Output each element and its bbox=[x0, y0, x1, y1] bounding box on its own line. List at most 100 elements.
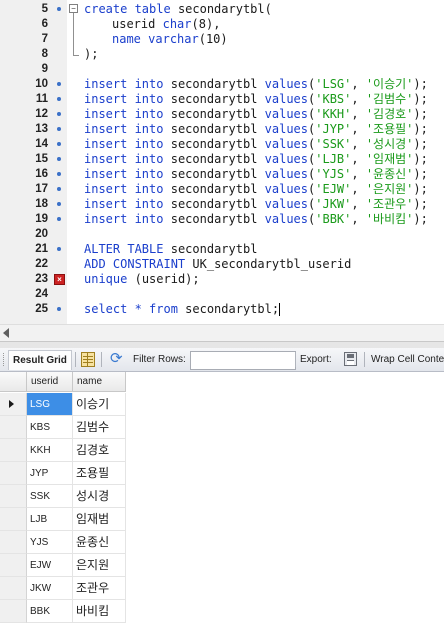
result-grid[interactable]: userid name LSG 이승기 KBS 김범수 KKH 김경호 JYP 조용필 SSK 성… bbox=[0, 372, 444, 631]
grid-view-icon[interactable] bbox=[81, 352, 95, 367]
statement-marker-icon bbox=[57, 307, 61, 311]
line-number: 8 bbox=[41, 48, 48, 60]
cell-userid[interactable]: BBK bbox=[27, 600, 73, 623]
row-selector[interactable] bbox=[0, 554, 27, 577]
table-row[interactable]: BBK 바비킴 bbox=[0, 600, 126, 623]
line-number: 9 bbox=[41, 63, 48, 75]
sql-editor[interactable]: 5 − create table secondarytbl( 6 userid … bbox=[0, 0, 444, 324]
table-row[interactable]: KKH 김경호 bbox=[0, 439, 126, 462]
cell-userid[interactable]: JKW bbox=[27, 577, 73, 600]
fold-toggle-icon[interactable]: − bbox=[69, 4, 78, 13]
cell-userid[interactable]: SSK bbox=[27, 485, 73, 508]
cell-name[interactable]: 이승기 bbox=[73, 393, 126, 416]
code-line: 6 userid char(8), bbox=[0, 17, 444, 32]
string-literal: 'SSK' bbox=[315, 137, 352, 151]
row-selector[interactable] bbox=[0, 485, 27, 508]
code-line: 9 bbox=[0, 62, 444, 77]
line-number: 7 bbox=[41, 33, 48, 45]
row-selector[interactable] bbox=[0, 393, 27, 416]
line-number: 18 bbox=[35, 198, 48, 210]
scroll-left-arrow-icon[interactable] bbox=[3, 328, 9, 338]
table-row[interactable]: LJB 임재범 bbox=[0, 508, 126, 531]
statement-marker-icon bbox=[57, 247, 61, 251]
column-header-name[interactable]: name bbox=[73, 372, 126, 392]
statement-marker-icon bbox=[57, 157, 61, 161]
cell-name[interactable]: 성시경 bbox=[73, 485, 126, 508]
cell-name[interactable]: 은지원 bbox=[73, 554, 126, 577]
table-row[interactable]: SSK 성시경 bbox=[0, 485, 126, 508]
row-selector-header[interactable] bbox=[0, 372, 27, 392]
table-row[interactable]: JKW 조관우 bbox=[0, 577, 126, 600]
cell-name[interactable]: 윤종신 bbox=[73, 531, 126, 554]
line-number: 21 bbox=[35, 243, 48, 255]
tab-result-grid[interactable]: Result Grid bbox=[8, 350, 72, 370]
statement-marker-icon bbox=[57, 127, 61, 131]
toolbar-grip[interactable] bbox=[3, 353, 6, 366]
code-line: 10 insert into secondarytbl values('LSG',… bbox=[0, 77, 444, 92]
line-number: 23 bbox=[35, 273, 48, 285]
code-line: 11 insert into secondarytbl values('KBS',… bbox=[0, 92, 444, 107]
error-icon[interactable]: × bbox=[54, 274, 65, 285]
cell-userid[interactable]: KBS bbox=[27, 416, 73, 439]
table-row[interactable]: JYP 조용필 bbox=[0, 462, 126, 485]
toolbar-separator bbox=[295, 352, 296, 367]
code-line: 16 insert into secondarytbl values('YJS',… bbox=[0, 167, 444, 182]
line-number: 22 bbox=[35, 258, 48, 270]
cell-name[interactable]: 조용필 bbox=[73, 462, 126, 485]
cell-userid[interactable]: LSG bbox=[27, 393, 73, 416]
column-header-userid[interactable]: userid bbox=[27, 372, 73, 392]
toolbar-separator bbox=[101, 352, 102, 367]
export-label: Export: bbox=[300, 354, 332, 365]
cell-userid[interactable]: KKH bbox=[27, 439, 73, 462]
string-literal: '김경호' bbox=[365, 107, 414, 121]
string-literal: 'LSG' bbox=[315, 77, 352, 91]
cell-name[interactable]: 임재범 bbox=[73, 508, 126, 531]
export-save-icon[interactable] bbox=[344, 352, 357, 366]
wrap-cell-content-label[interactable]: Wrap Cell Conte bbox=[371, 348, 444, 371]
line-number: 11 bbox=[35, 93, 48, 105]
refresh-icon[interactable]: ⟳ bbox=[110, 350, 123, 368]
statement-marker-icon bbox=[57, 202, 61, 206]
cell-name[interactable]: 김경호 bbox=[73, 439, 126, 462]
string-literal: '조용필' bbox=[365, 122, 414, 136]
cell-name[interactable]: 조관우 bbox=[73, 577, 126, 600]
row-selector[interactable] bbox=[0, 577, 27, 600]
statement-marker-icon bbox=[57, 7, 61, 11]
table-row[interactable]: EJW 은지원 bbox=[0, 554, 126, 577]
editor-horizontal-scrollbar[interactable] bbox=[0, 324, 444, 341]
table-row[interactable]: LSG 이승기 bbox=[0, 393, 126, 416]
cell-name[interactable]: 김범수 bbox=[73, 416, 126, 439]
code-line: 8 ); bbox=[0, 47, 444, 62]
cell-userid[interactable]: JYP bbox=[27, 462, 73, 485]
cell-userid[interactable]: EJW bbox=[27, 554, 73, 577]
code-line: 17 insert into secondarytbl values('EJW',… bbox=[0, 182, 444, 197]
line-number: 10 bbox=[35, 78, 48, 90]
code-line: 18 insert into secondarytbl values('JKW',… bbox=[0, 197, 444, 212]
filter-rows-input[interactable] bbox=[190, 351, 296, 370]
string-literal: 'JKW' bbox=[315, 197, 352, 211]
code-line: 25 select * from secondarytbl; bbox=[0, 302, 444, 317]
row-selector[interactable] bbox=[0, 600, 27, 623]
cell-name[interactable]: 바비킴 bbox=[73, 600, 126, 623]
code-line: 12 insert into secondarytbl values('KKH',… bbox=[0, 107, 444, 122]
table-row[interactable]: KBS 김범수 bbox=[0, 416, 126, 439]
line-number: 20 bbox=[35, 228, 48, 240]
row-selector[interactable] bbox=[0, 531, 27, 554]
statement-marker-icon bbox=[57, 142, 61, 146]
table-name: secondarytbl bbox=[177, 2, 265, 16]
code-line: 15 insert into secondarytbl values('LJB',… bbox=[0, 152, 444, 167]
string-literal: '은지원' bbox=[365, 182, 414, 196]
row-selector[interactable] bbox=[0, 416, 27, 439]
statement-marker-icon bbox=[57, 187, 61, 191]
code-line: 14 insert into secondarytbl values('SSK',… bbox=[0, 137, 444, 152]
row-selector[interactable] bbox=[0, 462, 27, 485]
table-row[interactable]: YJS 윤종신 bbox=[0, 531, 126, 554]
cell-userid[interactable]: YJS bbox=[27, 531, 73, 554]
row-selector[interactable] bbox=[0, 439, 27, 462]
string-literal: 'YJS' bbox=[315, 167, 352, 181]
filter-rows-label: Filter Rows: bbox=[133, 354, 186, 365]
cell-userid[interactable]: LJB bbox=[27, 508, 73, 531]
code-line: 20 bbox=[0, 227, 444, 242]
row-selector[interactable] bbox=[0, 508, 27, 531]
code-line: 13 insert into secondarytbl values('JYP',… bbox=[0, 122, 444, 137]
